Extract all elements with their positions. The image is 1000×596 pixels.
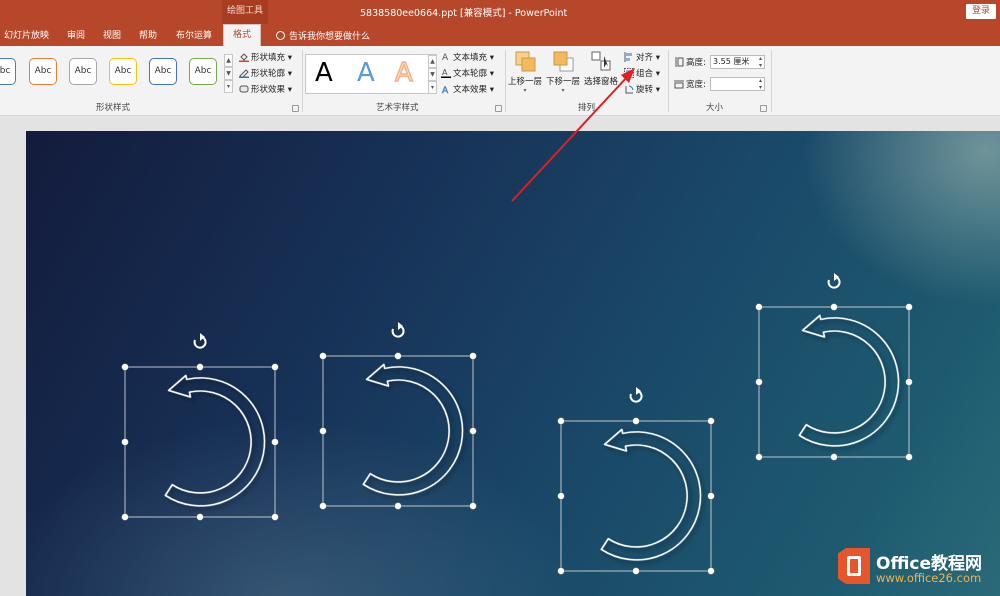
office-logo-icon bbox=[838, 548, 870, 584]
annotation-arrow bbox=[511, 68, 635, 202]
office26-watermark: Office教程网 www.office26.com bbox=[838, 546, 996, 590]
watermark-url: www.office26.com bbox=[876, 571, 982, 585]
